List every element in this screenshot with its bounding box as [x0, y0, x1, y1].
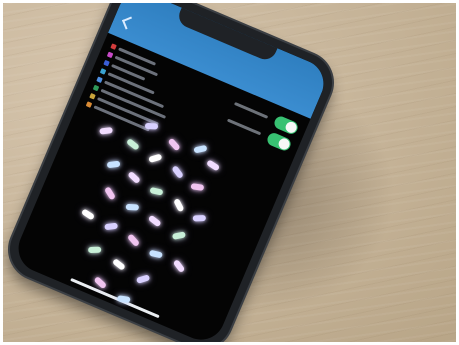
glowing-capsule: [125, 203, 139, 211]
legend-swatch: [106, 51, 114, 58]
glowing-capsule: [172, 259, 186, 274]
glowing-capsule: [147, 214, 162, 228]
glowing-capsule: [148, 153, 163, 164]
glowing-capsule: [80, 208, 96, 221]
legend-swatch: [103, 59, 110, 67]
glowing-capsule: [148, 249, 163, 259]
glowing-capsule: [149, 186, 164, 196]
glowing-capsule: [192, 215, 206, 222]
glowing-capsule: [103, 186, 116, 201]
glowing-capsule: [104, 222, 118, 231]
glowing-capsule: [144, 122, 159, 130]
legend-swatch: [110, 43, 117, 50]
glowing-capsule: [106, 160, 121, 169]
glowing-capsule: [88, 246, 102, 254]
glowing-capsule: [111, 258, 126, 271]
glowing-capsule: [190, 183, 205, 191]
toggle-knob: [277, 136, 292, 151]
glowing-capsule: [205, 159, 221, 172]
glowing-capsule: [99, 127, 113, 135]
glowing-capsule: [171, 231, 186, 240]
toggle-knob: [284, 119, 299, 135]
legend-swatch: [99, 67, 107, 75]
legend-swatch: [85, 101, 93, 108]
legend-swatch: [92, 84, 100, 92]
glowing-capsule: [126, 233, 141, 248]
legend-swatch: [89, 92, 96, 100]
toggle-2-label: [227, 118, 262, 135]
glowing-capsule: [136, 274, 151, 284]
toggle-2-switch[interactable]: [265, 130, 293, 153]
glowing-capsule: [171, 165, 184, 180]
glowing-capsule: [173, 198, 185, 213]
back-arrow-icon[interactable]: [121, 16, 135, 30]
glowing-capsule: [127, 170, 141, 185]
legend-swatch: [96, 76, 103, 83]
glowing-capsule: [193, 144, 208, 154]
glowing-capsule: [125, 138, 140, 151]
photo: [3, 3, 456, 342]
